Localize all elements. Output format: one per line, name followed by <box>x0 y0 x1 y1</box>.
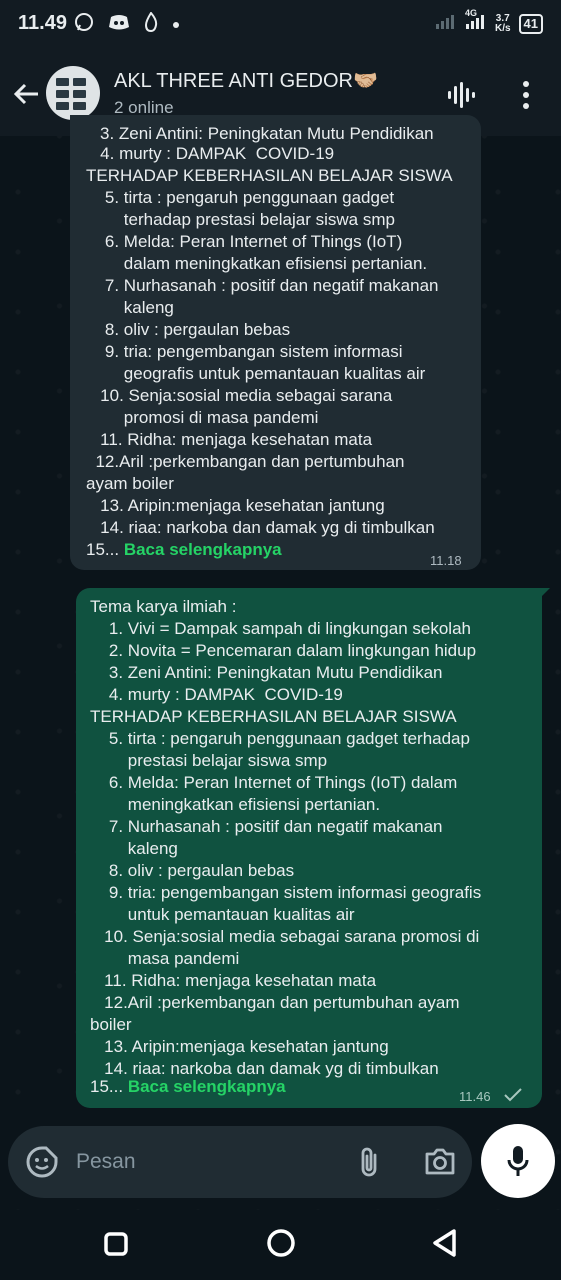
message-line: 6. Melda: Peran Internet of Things (IoT)… <box>90 773 458 792</box>
message-body: 4. murty : DAMPAK COVID-19 TERHADAP KEBER… <box>86 143 453 539</box>
outgoing-message[interactable]: Tema karya ilmiah : 1. Vivi = Dampak sam… <box>76 588 542 1108</box>
clipped-line: 3. Zeni Antini: Peningkatan Mutu Pendidi… <box>100 124 434 143</box>
fire-icon <box>144 11 158 37</box>
message-line: kaleng <box>86 298 174 317</box>
incoming-message[interactable]: 3. Zeni Antini: Peningkatan Mutu Pendidi… <box>70 115 481 570</box>
message-line: 14. riaa: narkoba dan damak yg di timbul… <box>86 518 435 537</box>
discord-icon <box>108 13 130 36</box>
home-circle-icon[interactable] <box>266 1228 296 1263</box>
message-line: meningkatkan efisiensi pertanian. <box>90 795 381 814</box>
message-line: Tema karya ilmiah : <box>90 597 237 616</box>
message-line: TERHADAP KEBERHASILAN BELAJAR SISWA <box>90 707 457 726</box>
message-line: kaleng <box>90 839 178 858</box>
message-time: 11.18 <box>430 553 462 568</box>
attach-icon[interactable] <box>358 1146 380 1183</box>
group-title[interactable]: AKL THREE ANTI GEDOR🤝🏼 <box>114 68 378 93</box>
status-time: 11.49 <box>18 12 67 34</box>
message-line: 2. Novita = Pencemaran dalam lingkungan … <box>90 641 477 660</box>
message-line: 8. oliv : pergaulan bebas <box>90 861 295 880</box>
network-type: 4G <box>464 8 477 18</box>
message-input[interactable]: Pesan <box>76 1150 136 1174</box>
system-nav-bar <box>0 1210 561 1280</box>
message-line: geografis untuk pemantauan kualitas air <box>86 364 426 383</box>
message-line: 5. tirta : pengaruh penggunaan gadget <box>86 188 395 207</box>
wifi-signal-icon <box>435 12 457 35</box>
network-speed: 3.7 K/s <box>494 12 511 34</box>
more-options-icon[interactable] <box>520 80 532 115</box>
dot-icon <box>172 16 180 34</box>
message-line: promosi di masa pandemi <box>86 408 319 427</box>
recents-square-icon[interactable] <box>103 1231 129 1262</box>
message-last-line: 15... Baca selengkapnya <box>86 540 282 559</box>
message-line: 7. Nurhasanah : positif dan negatif maka… <box>86 276 439 295</box>
message-line: 1. Vivi = Dampak sampah di lingkungan se… <box>90 619 471 638</box>
message-line: 4. murty : DAMPAK COVID-19 <box>90 685 343 704</box>
read-more-link[interactable]: Baca selengkapnya <box>128 1077 286 1096</box>
message-composer[interactable]: Pesan <box>8 1126 472 1198</box>
message-line: 3. Zeni Antini: Peningkatan Mutu Pendidi… <box>90 663 443 682</box>
message-line: 11. Ridha: menjaga kesehatan mata <box>90 971 377 990</box>
message-line: 13. Aripin:menjaga kesehatan jantung <box>86 496 385 515</box>
message-line: 13. Aripin:menjaga kesehatan jantung <box>90 1037 389 1056</box>
emoji-sticker-icon[interactable] <box>26 1146 58 1183</box>
whatsapp-notification-icon <box>74 12 94 37</box>
voice-call-icon[interactable] <box>446 80 476 115</box>
message-line: masa pandemi <box>90 949 240 968</box>
mic-button[interactable] <box>481 1124 555 1198</box>
single-check-icon <box>504 1086 522 1108</box>
system-indicators: 4G 3.7 K/s 41 <box>435 8 543 35</box>
message-line: boiler <box>90 1015 132 1034</box>
message-line: 5. tirta : pengaruh penggunaan gadget te… <box>90 729 470 748</box>
message-line: ayam boiler <box>86 474 174 493</box>
cell-signal-icon: 4G <box>465 8 487 35</box>
message-line: dalam meningkatkan efisiensi pertanian. <box>86 254 428 273</box>
message-line: 11. Ridha: menjaga kesehatan mata <box>86 430 373 449</box>
notification-icons <box>74 11 180 37</box>
message-last-line: 15... Baca selengkapnya <box>90 1077 286 1096</box>
message-line: terhadap prestasi belajar siswa smp <box>86 210 395 229</box>
message-line: prestasi belajar siswa smp <box>90 751 328 770</box>
back-arrow-icon[interactable] <box>12 80 40 108</box>
message-line: 7. Nurhasanah : positif dan negatif maka… <box>90 817 443 836</box>
message-line: 8. oliv : pergaulan bebas <box>86 320 291 339</box>
message-line: TERHADAP KEBERHASILAN BELAJAR SISWA <box>86 166 453 185</box>
message-time: 11.46 <box>459 1089 491 1104</box>
status-bar: 11.49 4G 3.7 K/s 41 <box>0 0 561 50</box>
message-line: 12.Aril :perkembangan dan pertumbuhan <box>86 452 405 471</box>
message-line: 12.Aril :perkembangan dan pertumbuhan ay… <box>90 993 460 1012</box>
battery-indicator: 41 <box>518 13 543 34</box>
mic-icon <box>506 1144 530 1183</box>
group-avatar[interactable] <box>46 66 100 120</box>
camera-icon[interactable] <box>424 1146 456 1181</box>
message-line: 9. tria: pengembangan sistem informasi g… <box>90 883 482 902</box>
message-line: 10. Senja:sosial media sebagai sarana <box>86 386 393 405</box>
message-body: Tema karya ilmiah : 1. Vivi = Dampak sam… <box>90 596 481 1080</box>
read-more-link[interactable]: Baca selengkapnya <box>124 540 282 559</box>
message-line: 10. Senja:sosial media sebagai sarana pr… <box>90 927 480 946</box>
back-triangle-icon[interactable] <box>431 1228 459 1263</box>
message-line: 9. tria: pengembangan sistem informasi <box>86 342 403 361</box>
message-line: 6. Melda: Peran Internet of Things (IoT) <box>86 232 403 251</box>
message-line: 4. murty : DAMPAK COVID-19 <box>86 144 335 163</box>
message-line: untuk pemantauan kualitas air <box>90 905 355 924</box>
